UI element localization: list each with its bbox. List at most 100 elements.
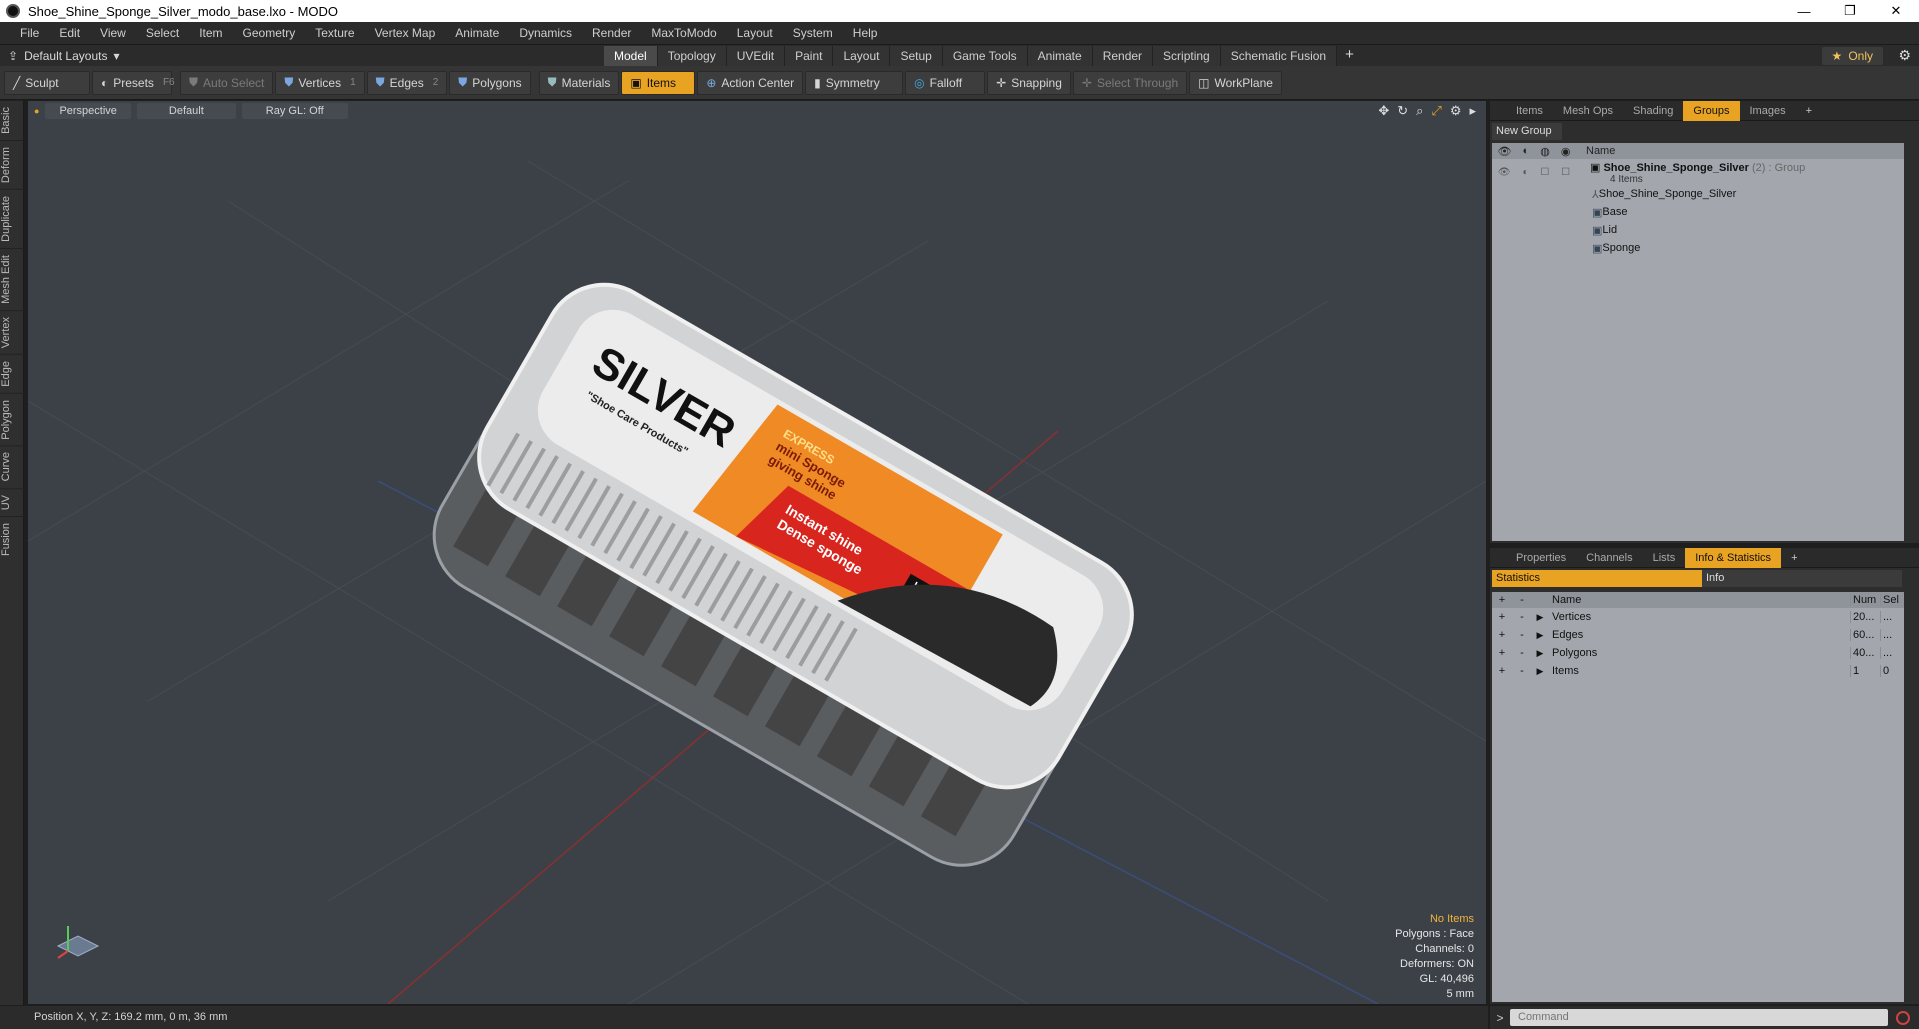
gear-icon[interactable]: ⚙ <box>1898 47 1911 64</box>
falloff-button[interactable]: ◎ Falloff <box>905 70 986 95</box>
tab-render[interactable]: Render <box>1092 46 1154 66</box>
menu-system[interactable]: System <box>783 26 843 40</box>
vtab-uv[interactable]: UV <box>0 487 24 517</box>
vtab-duplicate[interactable]: Duplicate <box>0 188 24 248</box>
sculpt-button[interactable]: ╱ Sculpt <box>4 70 90 95</box>
vtab-basic[interactable]: Basic <box>0 100 24 140</box>
menu-select[interactable]: Select <box>136 26 189 40</box>
record-icon[interactable] <box>1896 1010 1910 1025</box>
vertices-button[interactable]: ⛊ Vertices 1 <box>275 70 365 95</box>
new-group-button[interactable]: New Group <box>1492 123 1562 140</box>
remove-selection-icon[interactable]: - <box>1512 629 1532 641</box>
add-stats-tab-icon[interactable]: + <box>1781 548 1807 568</box>
polygons-button[interactable]: ⛊ Polygons <box>449 70 531 95</box>
menu-animate[interactable]: Animate <box>445 26 509 40</box>
expand-arrow-icon[interactable]: ▶ <box>1532 648 1548 659</box>
tab-shading[interactable]: Shading <box>1623 101 1683 121</box>
tab-groups[interactable]: Groups <box>1683 100 1740 121</box>
subtab-info[interactable]: Info <box>1702 570 1902 587</box>
remove-selection-icon[interactable]: - <box>1512 665 1532 677</box>
stats-row-edges[interactable]: + - ▶ Edges 60... ... <box>1492 626 1904 644</box>
tab-lists[interactable]: Lists <box>1643 548 1686 568</box>
group-child-row[interactable]: ▣ Base <box>1492 203 1904 221</box>
menu-texture[interactable]: Texture <box>305 26 364 40</box>
vtab-fusion[interactable]: Fusion <box>0 516 24 563</box>
layout-selector[interactable]: ⇪ Default Layouts ▾ <box>8 49 119 63</box>
collapse-all-icon[interactable]: - <box>1512 594 1532 606</box>
shading-selector[interactable]: Default <box>136 103 236 119</box>
fit-icon[interactable]: ⤢ <box>1431 103 1441 119</box>
tab-game-tools[interactable]: Game Tools <box>942 46 1028 66</box>
menu-geometry[interactable]: Geometry <box>233 26 306 40</box>
menu-view[interactable]: View <box>90 26 136 40</box>
menu-dynamics[interactable]: Dynamics <box>509 26 582 40</box>
tab-scripting[interactable]: Scripting <box>1153 46 1221 66</box>
zoom-icon[interactable]: ⌕ <box>1416 103 1423 119</box>
workplane-button[interactable]: ◫ WorkPlane <box>1189 70 1282 95</box>
add-selection-icon[interactable]: + <box>1492 647 1512 659</box>
stats-row-vertices[interactable]: + - ▶ Vertices 20... ... <box>1492 608 1904 626</box>
select-checkbox[interactable]: ☐ <box>1561 167 1570 178</box>
expand-arrow-icon[interactable]: ▶ <box>1532 666 1548 677</box>
menu-vertex-map[interactable]: Vertex Map <box>365 26 446 40</box>
command-input[interactable] <box>1510 1009 1888 1026</box>
tab-schematic-fusion[interactable]: Schematic Fusion <box>1220 46 1338 66</box>
stats-row-items[interactable]: + - ▶ Items 1 0 <box>1492 662 1904 680</box>
group-row[interactable]: 👁 ◐ ☐ ☐ ▣ Shoe_Shine_Sponge_Silver (2) :… <box>1492 159 1904 185</box>
tab-setup[interactable]: Setup <box>890 46 943 66</box>
minimize-button[interactable]: — <box>1781 0 1827 22</box>
maximize-button[interactable]: ❐ <box>1827 0 1873 22</box>
presets-button[interactable]: ◐ Presets F6 <box>92 70 175 95</box>
tab-channels[interactable]: Channels <box>1576 548 1642 568</box>
menu-layout[interactable]: Layout <box>727 26 783 40</box>
rotate-icon[interactable]: ↻ <box>1397 103 1408 119</box>
add-tab-icon[interactable]: + <box>1337 46 1362 66</box>
menu-render[interactable]: Render <box>582 26 641 40</box>
vtab-curve[interactable]: Curve <box>0 445 24 488</box>
stats-row-polygons[interactable]: + - ▶ Polygons 40... ... <box>1492 644 1904 662</box>
group-child-row[interactable]: ⅄ Shoe_Shine_Sponge_Silver <box>1492 185 1904 203</box>
subtab-statistics[interactable]: Statistics <box>1492 570 1702 587</box>
viewport-expand-icon[interactable]: ▸ <box>1469 103 1476 119</box>
viewport-settings-icon[interactable]: ⚙ <box>1450 103 1462 119</box>
tab-topology[interactable]: Topology <box>657 46 727 66</box>
tab-model[interactable]: Model <box>604 46 658 66</box>
menu-file[interactable]: File <box>10 26 49 40</box>
lock-checkbox[interactable]: ☐ <box>1540 167 1549 178</box>
vtab-deform[interactable]: Deform <box>0 139 24 189</box>
select-through-button[interactable]: ✛ Select Through <box>1072 70 1188 95</box>
tab-images[interactable]: Images <box>1740 101 1796 121</box>
raygl-toggle[interactable]: Ray GL: Off <box>241 103 348 119</box>
menu-edit[interactable]: Edit <box>49 26 90 40</box>
vtab-edge[interactable]: Edge <box>0 353 24 393</box>
vtab-polygon[interactable]: Polygon <box>0 392 24 446</box>
tab-paint[interactable]: Paint <box>785 46 834 66</box>
only-toggle[interactable]: ★ Only <box>1821 47 1883 65</box>
pan-icon[interactable]: ✥ <box>1378 103 1389 119</box>
add-panel-tab-icon[interactable]: + <box>1796 101 1822 121</box>
view-type-selector[interactable]: Perspective <box>45 103 131 119</box>
tab-uvedit[interactable]: UVEdit <box>726 46 786 66</box>
menu-help[interactable]: Help <box>843 26 888 40</box>
snapping-button[interactable]: ✛ Snapping <box>987 70 1071 95</box>
eye-icon[interactable]: 👁 <box>1498 167 1511 178</box>
add-selection-icon[interactable]: + <box>1492 629 1512 641</box>
tab-animate[interactable]: Animate <box>1027 46 1093 66</box>
action-center-button[interactable]: ⊕ Action Center <box>697 70 804 95</box>
add-selection-icon[interactable]: + <box>1492 611 1512 623</box>
menu-item[interactable]: Item <box>189 26 232 40</box>
add-selection-icon[interactable]: + <box>1492 665 1512 677</box>
tab-info-statistics[interactable]: Info & Statistics <box>1685 547 1782 568</box>
expand-all-icon[interactable]: + <box>1492 594 1512 606</box>
tab-mesh-ops[interactable]: Mesh Ops <box>1553 101 1623 121</box>
edges-button[interactable]: ⛊ Edges 2 <box>366 70 448 95</box>
symmetry-button[interactable]: ▮ Symmetry <box>805 70 904 95</box>
vtab-vertex[interactable]: Vertex <box>0 309 24 354</box>
expand-arrow-icon[interactable]: ▶ <box>1532 612 1548 623</box>
menu-maxtomodo[interactable]: MaxToModo <box>641 26 726 40</box>
tab-items[interactable]: Items <box>1506 101 1553 121</box>
group-child-row[interactable]: ▣ Sponge <box>1492 239 1904 257</box>
materials-button[interactable]: ⛊ Materials <box>538 70 620 95</box>
remove-selection-icon[interactable]: - <box>1512 611 1532 623</box>
items-button[interactable]: ▣ Items <box>621 70 696 95</box>
